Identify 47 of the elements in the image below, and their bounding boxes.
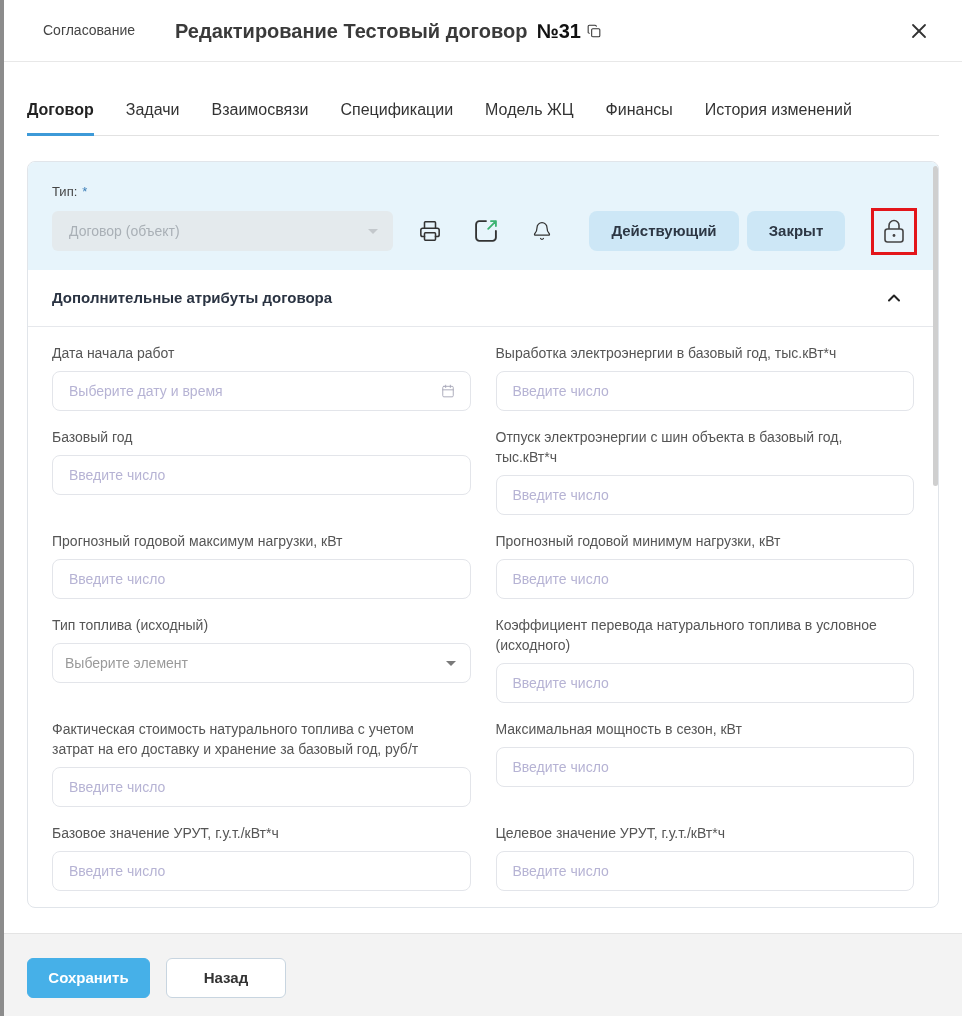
field-label: Максимальная мощность в сезон, кВт — [495, 720, 743, 739]
tab[interactable]: Спецификации — [340, 100, 454, 136]
field-label: Тип топлива (исходный) — [52, 616, 210, 635]
number-input[interactable]: Введите число — [52, 851, 471, 891]
tab[interactable]: Задачи — [125, 100, 180, 136]
field-label: Целевое значение УРУТ, г.у.т./кВт*ч — [495, 824, 726, 843]
number-input[interactable]: Введите число — [495, 559, 914, 599]
back-button[interactable]: Назад — [166, 958, 286, 998]
date-input[interactable]: Выберите дату и время — [52, 371, 471, 411]
status-button[interactable]: Действующий — [589, 211, 739, 251]
type-label: Тип: — [52, 183, 78, 202]
tab[interactable]: История изменений — [704, 100, 852, 136]
number-input[interactable]: Введите число — [495, 371, 914, 411]
number-input[interactable]: Введите число — [495, 475, 914, 515]
tab[interactable]: Финансы — [605, 100, 673, 136]
number-input[interactable]: Введите число — [495, 663, 914, 703]
required-mark: * — [82, 183, 88, 202]
number-input[interactable]: Введите число — [52, 559, 471, 599]
number-input[interactable]: Введите число — [52, 455, 471, 495]
lock-icon[interactable] — [884, 219, 904, 243]
notification-bell-icon[interactable] — [532, 221, 552, 241]
status-button[interactable]: Закрыт — [747, 211, 845, 251]
print-icon[interactable] — [419, 220, 441, 242]
number-input[interactable]: Введите число — [495, 747, 914, 787]
field-label: Дата начала работ — [52, 344, 176, 363]
contract-number: №31 — [536, 18, 581, 44]
caret-icon — [368, 228, 378, 234]
tab[interactable]: Взаимосвязи — [211, 100, 309, 136]
field-label: Базовое значение УРУТ, г.у.т./кВт*ч — [52, 824, 280, 843]
caret-icon — [445, 660, 456, 666]
breadcrumb-link[interactable]: Согласование — [43, 20, 135, 41]
external-link-icon[interactable] — [475, 220, 497, 242]
field-label: Коэффициент перевода натурального топлива в условное (исходного) — [495, 616, 878, 655]
field-label: Прогнозный годовой минимум нагрузки, кВт — [495, 532, 782, 551]
field-label: Выработка электроэнергии в базовый год, тыс.кВт*ч — [495, 344, 838, 363]
window-title: Редактирование Тестовый договор — [175, 18, 528, 44]
field-label: Базовый год — [52, 428, 134, 447]
tab[interactable]: Договор — [27, 100, 94, 136]
tab[interactable]: Модель ЖЦ — [485, 100, 574, 136]
copy-icon[interactable] — [586, 23, 601, 38]
scrollbar-thumb[interactable] — [933, 166, 938, 486]
number-input[interactable]: Введите число — [495, 851, 914, 891]
section-title: Дополнительные атрибуты договора — [52, 287, 333, 308]
field-label: Прогнозный годовой максимум нагрузки, кВт — [52, 532, 344, 551]
field-label: Отпуск электроэнергии с шин объекта в базовый год, тыс.кВт*ч — [495, 428, 844, 467]
field-label: Фактическая стоимость натурального топлива с учетом затрат на его доставку и хранение за базовый год, руб/т — [52, 720, 420, 759]
number-input[interactable]: Введите число — [52, 767, 471, 807]
